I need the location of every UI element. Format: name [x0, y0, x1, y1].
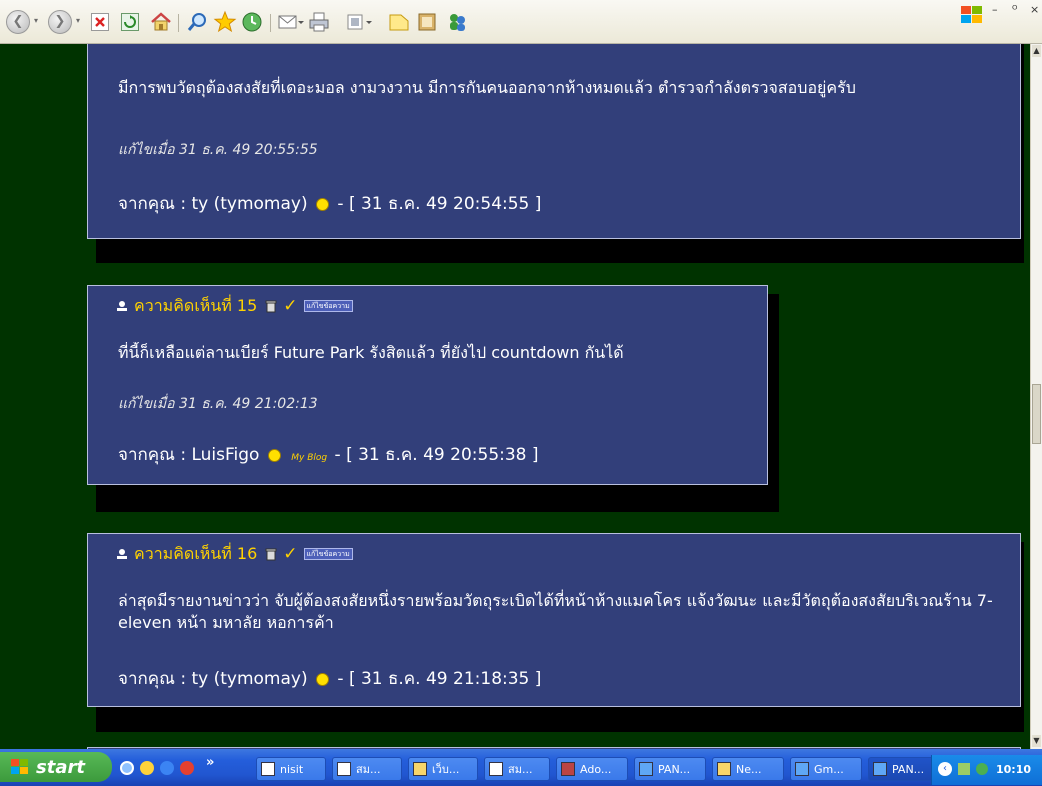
comment-number: ความคิดเห็นที่ 16 [134, 543, 258, 563]
page-content: มีการพบวัตถุต้องสงสัยที่เดอะมอล งามวงวาน… [0, 44, 1030, 749]
history-icon[interactable] [241, 11, 265, 35]
comment-card: ความคิดเห็นที่ 16 ✓ แก้ไขข้อความ ล่าสุดม… [87, 533, 1021, 707]
author-name[interactable]: จากคุณ : LuisFigo [118, 445, 259, 465]
stop-icon[interactable] [91, 13, 109, 31]
tray-collapse-icon[interactable]: ‹ [938, 762, 952, 776]
taskbar-item[interactable]: Gm... [790, 757, 862, 781]
clock[interactable]: 10:10 [996, 763, 1031, 776]
smiley-icon [267, 448, 281, 462]
smiley-icon [316, 197, 330, 211]
word-icon [489, 762, 503, 776]
comment-body: ล่าสุดมีรายงานข่าวว่า จับผู้ต้องสงสัยหนึ… [118, 591, 993, 632]
edited-timestamp: แก้ไขเมื่อ 31 ธ.ค. 49 21:02:13 [118, 396, 318, 412]
research-icon[interactable] [416, 11, 440, 35]
close-icon[interactable]: × [1030, 3, 1039, 16]
discuss-icon[interactable] [388, 12, 412, 36]
comment-author: จากคุณ : LuisFigo My Blog - [ 31 ธ.ค. 49… [118, 441, 539, 468]
taskbar: start » nisit สม... เว็บ... สม... Ado...… [0, 749, 1042, 786]
author-name[interactable]: จากคุณ : ty (tymomay) [118, 669, 308, 689]
comment-header: ความคิดเห็นที่ 15 ✓ แก้ไขข้อความ [116, 294, 353, 318]
quicklaunch-opera-icon[interactable] [180, 761, 194, 775]
comment-body: ที่นี้ก็เหลือแต่ลานเบียร์ Future Park รั… [118, 343, 624, 362]
back-dropdown-icon[interactable]: ▾ [34, 16, 38, 25]
restore-icon[interactable]: ᴼ [1012, 3, 1017, 16]
windows-logo-icon [959, 4, 985, 26]
window-icon [261, 762, 275, 776]
minimize-icon[interactable]: – [992, 3, 998, 16]
scroll-thumb[interactable] [1032, 384, 1041, 444]
taskbar-item[interactable]: Ne... [712, 757, 784, 781]
scroll-up-icon[interactable]: ▲ [1032, 45, 1041, 57]
delete-icon[interactable] [265, 548, 277, 561]
quicklaunch-ie-icon[interactable] [160, 761, 174, 775]
folder-icon [413, 762, 427, 776]
back-icon[interactable]: ❮ [6, 10, 30, 34]
post-date: - [ 31 ธ.ค. 49 20:55:38 ] [334, 445, 539, 465]
refresh-icon[interactable] [121, 13, 139, 31]
checkmark-icon[interactable]: ✓ [283, 296, 297, 316]
quicklaunch-desktop-icon[interactable] [120, 761, 134, 775]
ie-icon [639, 762, 653, 776]
print-icon[interactable] [308, 11, 332, 35]
windows-flag-icon [11, 759, 28, 774]
favorites-icon[interactable] [213, 10, 237, 34]
start-label: start [36, 756, 85, 778]
system-tray: ‹ 10:10 [931, 755, 1042, 785]
edited-timestamp: แก้ไขเมื่อ 31 ธ.ค. 49 20:55:55 [118, 142, 318, 158]
post-date: - [ 31 ธ.ค. 49 21:18:35 ] [337, 669, 542, 689]
comment-card: มีการพบวัตถุต้องสงสัยที่เดอะมอล งามวงวาน… [87, 44, 1021, 239]
post-date: - [ 31 ธ.ค. 49 20:54:55 ] [337, 194, 542, 214]
vertical-scrollbar[interactable]: ▲ ▼ [1030, 44, 1042, 749]
taskbar-item[interactable]: PAN... [634, 757, 706, 781]
folder-icon [717, 762, 731, 776]
ie-icon [873, 762, 887, 776]
comment-card: ความคิดเห็นที่ 15 ✓ แก้ไขข้อความ ที่นี้ก… [87, 285, 768, 485]
messenger-icon[interactable] [446, 11, 470, 35]
comment-number: ความคิดเห็นที่ 15 [134, 295, 258, 315]
toolbar-separator [178, 14, 179, 32]
toolbar-separator [270, 14, 271, 32]
messenger-tray-icon[interactable] [976, 763, 988, 775]
taskbar-item[interactable]: เว็บ... [408, 757, 478, 781]
user-icon [117, 301, 127, 311]
comment-header: ความคิดเห็นที่ 16 ✓ แก้ไขข้อความ [116, 542, 353, 566]
network-icon[interactable] [958, 763, 970, 775]
forward-dropdown-icon[interactable]: ▾ [76, 16, 80, 25]
author-name[interactable]: จากคุณ : ty (tymomay) [118, 194, 308, 214]
quicklaunch-more-icon[interactable]: » [206, 755, 214, 770]
search-icon[interactable] [186, 11, 210, 35]
forward-icon[interactable]: ❯ [48, 10, 72, 34]
scroll-down-icon[interactable]: ▼ [1032, 735, 1041, 747]
start-button[interactable]: start [0, 752, 112, 782]
mail-icon[interactable] [278, 12, 304, 36]
browser-toolbar: ❮ ▾ ❯ ▾ – ᴼ × [0, 0, 1042, 44]
edit-message-badge[interactable]: แก้ไขข้อความ [303, 300, 353, 312]
taskbar-item[interactable]: Ado... [556, 757, 628, 781]
comment-author: จากคุณ : ty (tymomay) - [ 31 ธ.ค. 49 21:… [118, 665, 541, 692]
comment-body: มีการพบวัตถุต้องสงสัยที่เดอะมอล งามวงวาน… [118, 78, 856, 97]
quicklaunch-firefox-icon[interactable] [140, 761, 154, 775]
home-icon[interactable] [150, 11, 174, 35]
myblog-link[interactable]: My Blog [291, 453, 327, 463]
taskbar-item-active[interactable]: PAN... [868, 757, 938, 781]
delete-icon[interactable] [265, 300, 277, 313]
edit-icon[interactable] [346, 12, 374, 36]
taskbar-item[interactable]: สม... [484, 757, 550, 781]
checkmark-icon[interactable]: ✓ [283, 544, 297, 564]
taskbar-item[interactable]: สม... [332, 757, 402, 781]
edit-message-badge[interactable]: แก้ไขข้อความ [303, 548, 353, 560]
comment-author: จากคุณ : ty (tymomay) - [ 31 ธ.ค. 49 20:… [118, 190, 541, 217]
smiley-icon [316, 672, 330, 686]
word-icon [337, 762, 351, 776]
ie-icon [795, 762, 809, 776]
user-icon [117, 549, 127, 559]
adobe-icon [561, 762, 575, 776]
taskbar-item[interactable]: nisit [256, 757, 326, 781]
